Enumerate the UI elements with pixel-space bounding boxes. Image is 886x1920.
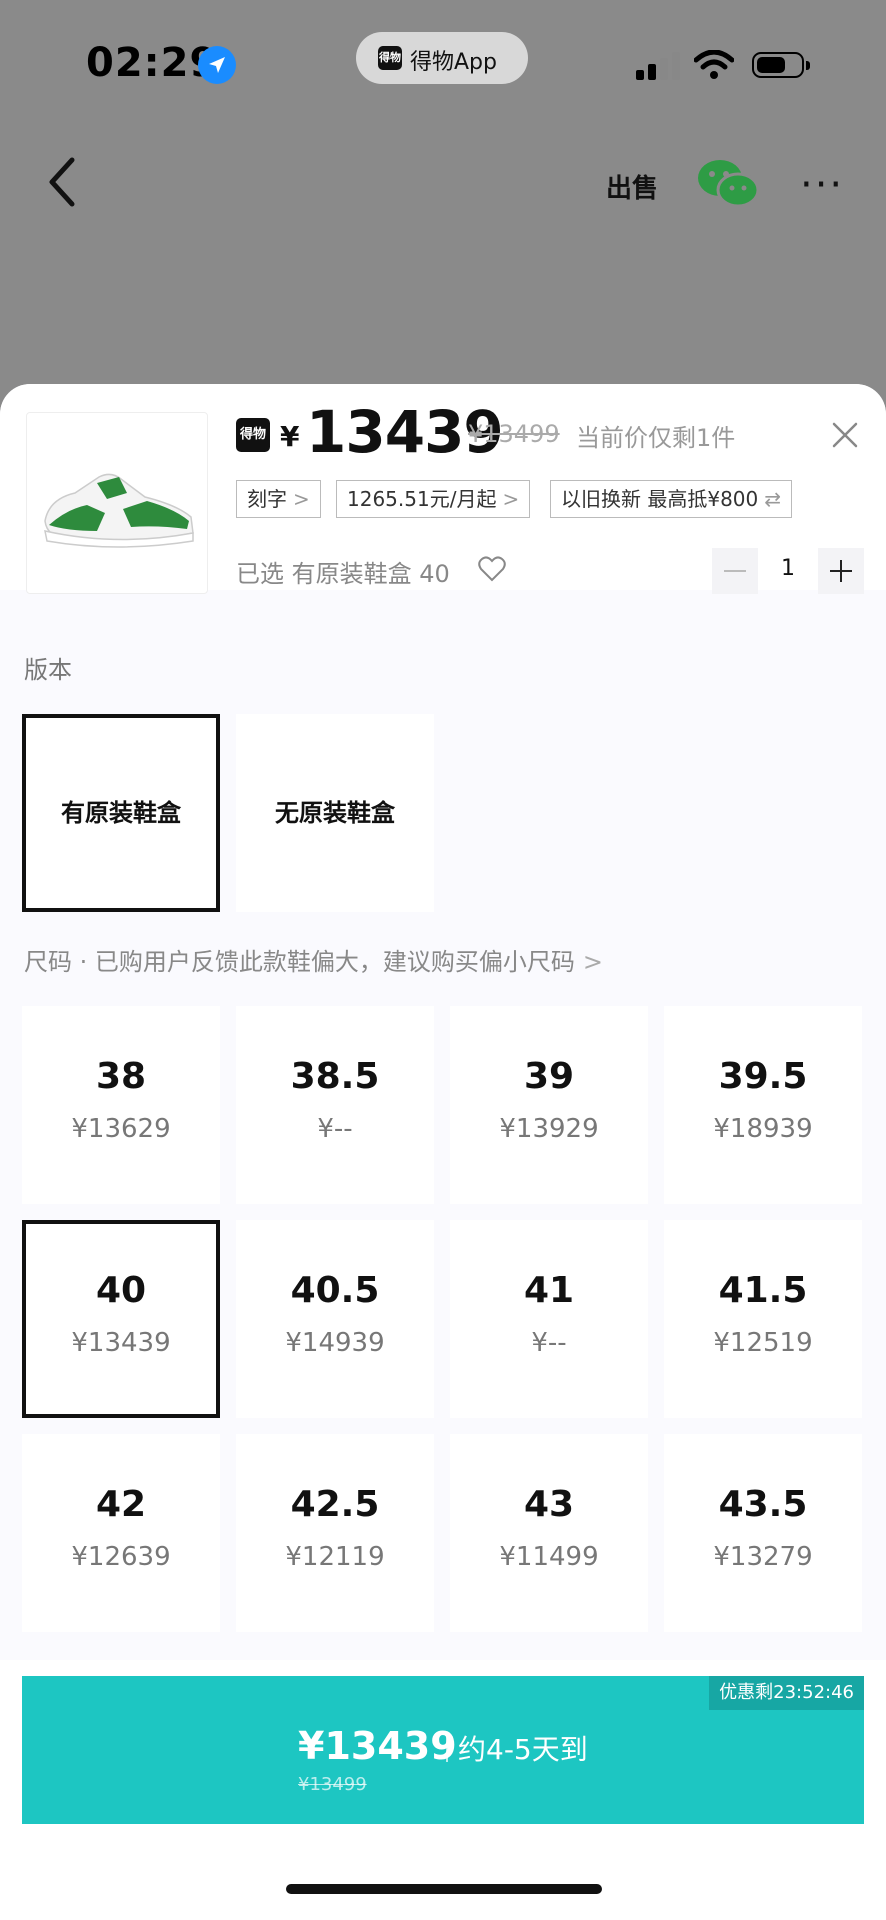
- size-label: 43: [523, 1484, 575, 1525]
- currency-symbol: ¥: [280, 420, 300, 453]
- dewu-logo-icon: 得物: [236, 418, 270, 452]
- engraving-chip[interactable]: 刻字 >: [236, 480, 321, 518]
- size-section-title[interactable]: 尺码 · 已购用户反馈此款鞋偏大，建议购买偏小尺码 >: [24, 942, 603, 977]
- size-option-41-5[interactable]: 41.5 ¥12519: [664, 1220, 862, 1418]
- sell-label: 出售: [606, 174, 659, 204]
- close-icon[interactable]: [830, 420, 860, 450]
- trade-in-chip[interactable]: 以旧换新 最高抵¥800 ⇄: [550, 480, 793, 518]
- divider: [446, 1734, 448, 1762]
- back-icon[interactable]: [40, 150, 88, 214]
- product-thumbnail: [26, 412, 208, 594]
- promo-countdown-badge: 优惠剩23:52:46: [709, 1676, 864, 1710]
- size-price: ¥12639: [71, 1542, 171, 1572]
- size-label: 41: [523, 1270, 575, 1311]
- chip-label: 以旧换新 最高抵¥800: [561, 487, 759, 511]
- size-option-40[interactable]: 40 ¥13439: [22, 1220, 220, 1418]
- size-option-38[interactable]: 38 ¥13629: [22, 1006, 220, 1204]
- size-label: 41.5: [718, 1270, 808, 1311]
- buy-price: ¥13439: [298, 1724, 457, 1768]
- heart-icon[interactable]: [478, 556, 506, 582]
- delivery-eta: 约4-5天到: [458, 1733, 588, 1766]
- quantity-increase-button[interactable]: [818, 548, 864, 594]
- size-label: 39.5: [718, 1056, 808, 1097]
- buy-button[interactable]: 优惠剩23:52:46 ¥13439 约4-5天到 ¥13499: [22, 1676, 864, 1824]
- size-label: 40: [95, 1270, 147, 1311]
- size-price: ¥--: [531, 1328, 567, 1358]
- version-option-with-box[interactable]: 有原装鞋盒: [22, 714, 220, 912]
- chip-label: 1265.51元/月起: [347, 487, 497, 511]
- size-option-42[interactable]: 42 ¥12639: [22, 1434, 220, 1632]
- more-icon[interactable]: ···: [800, 162, 844, 208]
- chevron-right-icon: >: [582, 948, 603, 976]
- size-option-39[interactable]: 39 ¥13929: [450, 1006, 648, 1204]
- quantity-value: 1: [781, 556, 795, 581]
- size-option-40-5[interactable]: 40.5 ¥14939: [236, 1220, 434, 1418]
- installment-chip[interactable]: 1265.51元/月起 >: [336, 480, 531, 518]
- original-price: ¥13499: [468, 420, 560, 448]
- size-option-43[interactable]: 43 ¥11499: [450, 1434, 648, 1632]
- size-label: 42: [95, 1484, 147, 1525]
- stock-note: 当前价仅剩1件: [576, 424, 736, 452]
- app-name: 得物App: [410, 50, 497, 75]
- wifi-icon: [693, 49, 735, 84]
- size-option-43-5[interactable]: 43.5 ¥13279: [664, 1434, 862, 1632]
- quantity-decrease-button[interactable]: [712, 548, 758, 594]
- size-label: 42.5: [290, 1484, 380, 1525]
- size-price: ¥11499: [499, 1542, 599, 1572]
- selected-summary: 已选 有原装鞋盒 40: [236, 560, 450, 588]
- chevron-right-icon: >: [293, 487, 310, 511]
- size-option-38-5[interactable]: 38.5 ¥--: [236, 1006, 434, 1204]
- size-label: 38.5: [290, 1056, 380, 1097]
- size-option-39-5[interactable]: 39.5 ¥18939: [664, 1006, 862, 1204]
- sku-selection-sheet: 得物 ¥ 13439 ¥13499 当前价仅剩1件 刻字 > 1265.51元/月…: [0, 384, 886, 1920]
- size-price: ¥13279: [713, 1542, 813, 1572]
- home-indicator[interactable]: [286, 1884, 602, 1894]
- version-section-title: 版本: [24, 656, 72, 684]
- chip-label: 刻字: [247, 487, 287, 511]
- size-price: ¥14939: [285, 1328, 385, 1358]
- size-label: 43.5: [718, 1484, 808, 1525]
- size-label: 38: [95, 1056, 147, 1097]
- wechat-share-icon[interactable]: [696, 158, 760, 210]
- size-price: ¥--: [317, 1114, 353, 1144]
- location-arrow-icon: [198, 46, 236, 84]
- size-label: 39: [523, 1056, 575, 1097]
- size-price: ¥12519: [713, 1328, 813, 1358]
- app-indicator-pill[interactable]: 得物 得物App: [356, 32, 528, 84]
- swap-icon: ⇄: [764, 487, 782, 511]
- status-bar: 02:29 得物 得物App: [0, 0, 886, 120]
- sheet-header: 得物 ¥ 13439 ¥13499 当前价仅剩1件 刻字 > 1265.51元/月…: [0, 384, 886, 594]
- size-advice-text: 尺码 · 已购用户反馈此款鞋偏大，建议购买偏小尺码: [24, 948, 575, 976]
- chevron-right-icon: >: [502, 487, 520, 511]
- size-price: ¥13929: [499, 1114, 599, 1144]
- battery-icon: [752, 52, 810, 78]
- sell-button[interactable]: 出售: [602, 158, 658, 214]
- size-option-42-5[interactable]: 42.5 ¥12119: [236, 1434, 434, 1632]
- size-label: 40.5: [290, 1270, 380, 1311]
- size-price: ¥13439: [71, 1328, 171, 1358]
- version-option-without-box[interactable]: 无原装鞋盒: [236, 714, 434, 912]
- size-price: ¥12119: [285, 1542, 385, 1572]
- size-price: ¥13629: [71, 1114, 171, 1144]
- cellular-signal-icon: [636, 52, 680, 80]
- dewu-logo-icon: 得物: [378, 46, 402, 70]
- buy-original-price: ¥13499: [298, 1774, 367, 1795]
- size-price: ¥18939: [713, 1114, 813, 1144]
- size-option-41[interactable]: 41 ¥--: [450, 1220, 648, 1418]
